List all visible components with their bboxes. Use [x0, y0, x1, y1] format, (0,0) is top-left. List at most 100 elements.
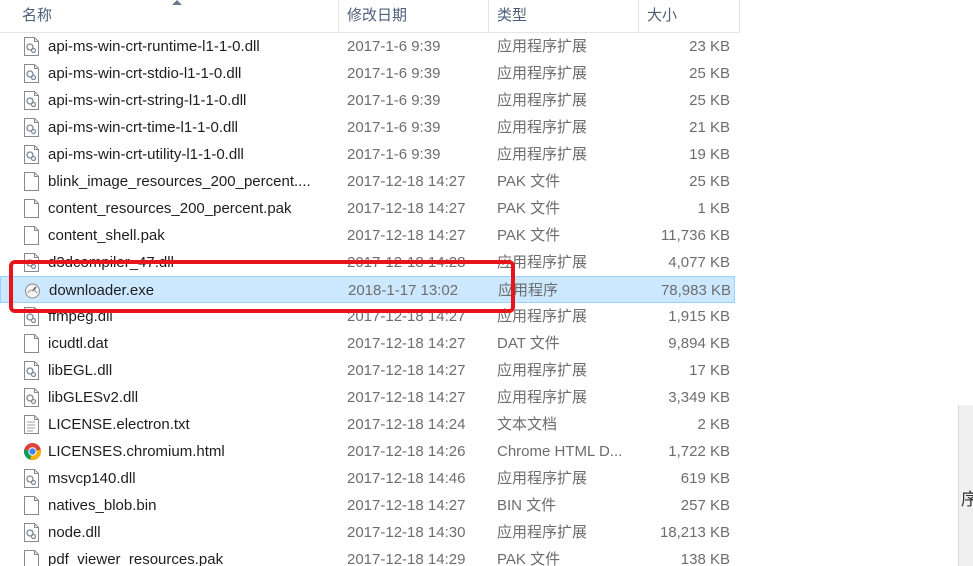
- dll-file-icon: [23, 388, 40, 407]
- file-name: libEGL.dll: [48, 362, 113, 379]
- file-modified-date: 2017-12-18 14:27: [347, 200, 466, 217]
- dll-file-icon: [23, 145, 40, 164]
- column-header-bar: 名称 修改日期 类型 大小: [0, 0, 740, 33]
- file-name: downloader.exe: [49, 282, 155, 299]
- file-size: 19 KB: [689, 146, 730, 163]
- file-size: 17 KB: [689, 362, 730, 379]
- file-name: api-ms-win-crt-utility-l1-1-0.dll: [48, 146, 244, 163]
- adjacent-window-text: 序: [961, 490, 973, 509]
- file-name: api-ms-win-crt-runtime-l1-1-0.dll: [48, 38, 260, 55]
- column-header-size[interactable]: 大小: [639, 0, 740, 32]
- file-row[interactable]: libGLESv2.dll 2017-12-18 14:27 应用程序扩展 3,349…: [0, 384, 735, 411]
- file-size: 138 KB: [680, 551, 730, 566]
- column-header-name[interactable]: 名称: [0, 0, 339, 32]
- file-row[interactable]: LICENSES.chromium.html 2017-12-18 14:26 Ch…: [0, 438, 735, 465]
- file-name: blink_image_resources_200_percent....: [48, 173, 311, 190]
- file-type: PAK 文件: [497, 551, 561, 566]
- blank-file-icon: [23, 226, 40, 245]
- file-type: 应用程序扩展: [497, 92, 588, 109]
- file-size: 18,213 KB: [659, 524, 730, 541]
- file-type: 文本文档: [497, 416, 558, 433]
- file-size: 1,722 KB: [668, 443, 730, 460]
- column-header-date[interactable]: 修改日期: [339, 0, 489, 32]
- file-row[interactable]: api-ms-win-crt-time-l1-1-0.dll 2017-1-6 9…: [0, 114, 735, 141]
- file-name: ffmpeg.dll: [48, 308, 113, 325]
- blank-file-icon: [23, 334, 40, 353]
- file-modified-date: 2017-1-6 9:39: [347, 146, 441, 163]
- file-modified-date: 2017-12-18 14:29: [347, 551, 466, 566]
- dll-file-icon: [23, 64, 40, 83]
- file-name: msvcp140.dll: [48, 470, 136, 487]
- column-header-type[interactable]: 类型: [489, 0, 639, 32]
- file-row[interactable]: api-ms-win-crt-stdio-l1-1-0.dll 2017-1-6 …: [0, 60, 735, 87]
- file-modified-date: 2017-12-18 14:27: [347, 389, 466, 406]
- file-modified-date: 2017-1-6 9:39: [347, 92, 441, 109]
- file-row[interactable]: api-ms-win-crt-runtime-l1-1-0.dll 2017-1-…: [0, 33, 735, 60]
- blank-file-icon: [23, 550, 40, 566]
- file-row[interactable]: content_resources_200_percent.pak 2017-12…: [0, 195, 735, 222]
- file-modified-date: 2017-12-18 14:24: [347, 416, 466, 433]
- file-row[interactable]: api-ms-win-crt-utility-l1-1-0.dll 2017-1-…: [0, 141, 735, 168]
- file-type: Chrome HTML D...: [497, 443, 623, 460]
- file-size: 3,349 KB: [668, 389, 730, 406]
- file-type: 应用程序: [498, 282, 559, 299]
- file-modified-date: 2017-12-18 14:27: [347, 308, 466, 325]
- file-modified-date: 2017-12-18 14:27: [347, 335, 466, 352]
- file-row[interactable]: icudtl.dat 2017-12-18 14:27 DAT 文件 9,894 KB: [0, 330, 735, 357]
- file-size: 1 KB: [697, 200, 730, 217]
- file-row[interactable]: content_shell.pak 2017-12-18 14:27 PAK 文件 1…: [0, 222, 735, 249]
- file-row[interactable]: ffmpeg.dll 2017-12-18 14:27 应用程序扩展 1,915 KB: [0, 303, 735, 330]
- file-type: 应用程序扩展: [497, 524, 588, 541]
- file-type: 应用程序扩展: [497, 119, 588, 136]
- file-row[interactable]: msvcp140.dll 2017-12-18 14:46 应用程序扩展 619 KB: [0, 465, 735, 492]
- file-size: 4,077 KB: [668, 254, 730, 271]
- file-modified-date: 2017-12-18 14:27: [347, 227, 466, 244]
- file-modified-date: 2017-1-6 9:39: [347, 65, 441, 82]
- file-type: 应用程序扩展: [497, 38, 588, 55]
- dll-file-icon: [23, 523, 40, 542]
- file-modified-date: 2017-12-18 14:26: [347, 443, 466, 460]
- dll-file-icon: [23, 307, 40, 326]
- file-row[interactable]: LICENSE.electron.txt 2017-12-18 14:24 文本文档…: [0, 411, 735, 438]
- file-row[interactable]: api-ms-win-crt-string-l1-1-0.dll 2017-1-6…: [0, 87, 735, 114]
- file-modified-date: 2017-12-18 14:27: [347, 173, 466, 190]
- file-size: 2 KB: [697, 416, 730, 433]
- file-modified-date: 2017-12-18 14:27: [347, 362, 466, 379]
- file-modified-date: 2017-1-6 9:39: [347, 38, 441, 55]
- file-modified-date: 2017-12-18 14:27: [347, 497, 466, 514]
- file-type: BIN 文件: [497, 497, 557, 514]
- file-type: 应用程序扩展: [497, 470, 588, 487]
- file-name: api-ms-win-crt-string-l1-1-0.dll: [48, 92, 247, 109]
- file-name: LICENSES.chromium.html: [48, 443, 225, 460]
- file-name: content_shell.pak: [48, 227, 165, 244]
- file-modified-date: 2017-12-18 14:46: [347, 470, 466, 487]
- file-row[interactable]: libEGL.dll 2017-12-18 14:27 应用程序扩展 17 KB: [0, 357, 735, 384]
- file-row[interactable]: natives_blob.bin 2017-12-18 14:27 BIN 文件 25…: [0, 492, 735, 519]
- file-name: d3dcompiler_47.dll: [48, 254, 174, 271]
- text-file-icon: [23, 415, 40, 434]
- exe-app-icon: [24, 281, 41, 300]
- file-modified-date: 2017-12-18 14:30: [347, 524, 466, 541]
- file-type: 应用程序扩展: [497, 308, 588, 325]
- chrome-icon: [23, 442, 42, 461]
- file-explorer: 名称 修改日期 类型 大小 api-ms-win-crt-runtime-l1-…: [0, 0, 973, 566]
- file-name: api-ms-win-crt-time-l1-1-0.dll: [48, 119, 239, 136]
- file-name: pdf_viewer_resources.pak: [48, 551, 224, 566]
- file-type: PAK 文件: [497, 200, 561, 217]
- dll-file-icon: [23, 37, 40, 56]
- file-type: 应用程序扩展: [497, 362, 588, 379]
- file-name: content_resources_200_percent.pak: [48, 200, 292, 217]
- file-size: 257 KB: [680, 497, 730, 514]
- file-row[interactable]: pdf_viewer_resources.pak 2017-12-18 14:29…: [0, 546, 735, 566]
- file-name: natives_blob.bin: [48, 497, 157, 514]
- file-row[interactable]: blink_image_resources_200_percent.... 201…: [0, 168, 735, 195]
- dll-file-icon: [23, 91, 40, 110]
- file-row[interactable]: d3dcompiler_47.dll 2017-12-18 14:28 应用程序扩展…: [0, 249, 735, 276]
- file-row[interactable]: node.dll 2017-12-18 14:30 应用程序扩展 18,213 KB: [0, 519, 735, 546]
- dll-file-icon: [23, 118, 40, 137]
- file-size: 619 KB: [680, 470, 730, 487]
- file-size: 25 KB: [689, 65, 730, 82]
- adjacent-window-edge: 序: [958, 405, 973, 566]
- file-row-selected[interactable]: downloader.exe 2018-1-17 13:02 应用程序 78,983 …: [0, 276, 735, 303]
- file-list: api-ms-win-crt-runtime-l1-1-0.dll 2017-1-…: [0, 33, 740, 566]
